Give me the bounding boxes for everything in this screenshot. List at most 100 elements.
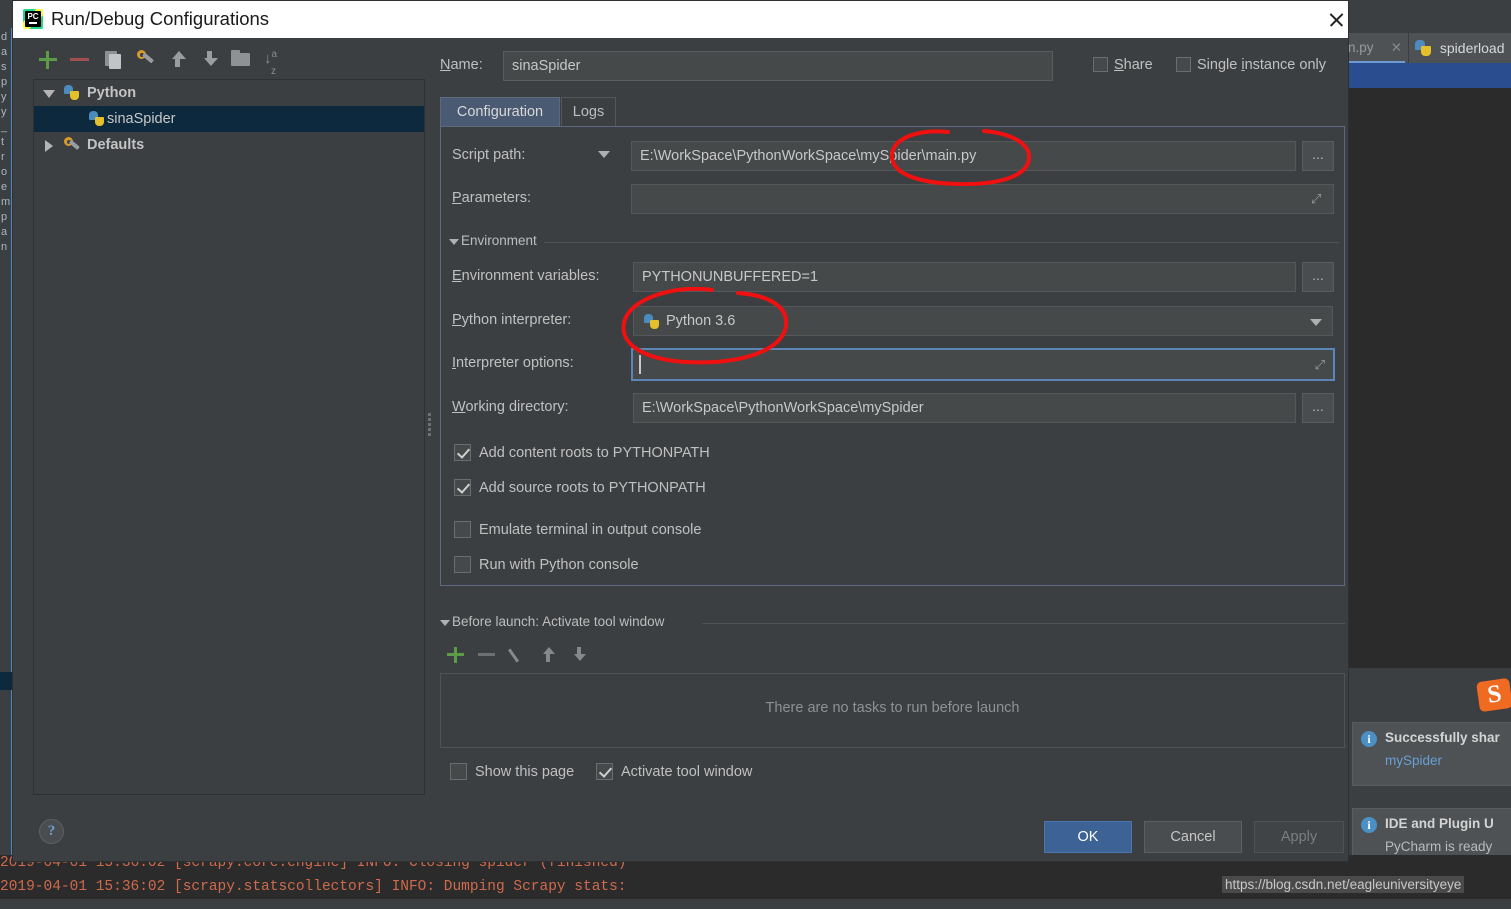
ide-toolbar: Spider <box>1345 0 1511 33</box>
environment-section-header[interactable]: Environment <box>449 233 1339 251</box>
notification-balloon-share[interactable]: i Successfully shar mySpider <box>1352 722 1511 786</box>
before-launch-toolbar <box>443 643 743 669</box>
remove-configuration-button[interactable] <box>67 47 93 73</box>
name-input[interactable]: sinaSpider <box>503 51 1053 81</box>
add-configuration-button[interactable] <box>35 47 61 73</box>
checkbox-box <box>454 444 471 461</box>
checkbox-label: Add content roots to PYTHONPATH <box>479 445 710 461</box>
working-directory-input[interactable]: E:\WorkSpace\PythonWorkSpace\mySpider <box>633 393 1296 423</box>
interpreter-options-input[interactable]: ⤢ <box>631 348 1335 381</box>
share-checkbox[interactable]: Share <box>1093 57 1153 73</box>
configurations-tree[interactable]: Python sinaSpider Defaults <box>33 79 425 795</box>
working-directory-browse-button[interactable]: ... <box>1302 393 1334 423</box>
checkbox-box <box>1093 57 1108 72</box>
before-launch-add-button[interactable] <box>443 643 469 667</box>
expand-editor-icon[interactable]: ⤢ <box>1311 191 1321 207</box>
env-vars-browse-button[interactable]: ... <box>1302 262 1334 292</box>
python-icon <box>644 314 659 329</box>
script-path-mode-chevron-icon[interactable] <box>598 151 610 158</box>
single-instance-checkbox[interactable]: Single instance only <box>1176 57 1326 73</box>
python-icon <box>64 85 79 100</box>
editor-selection-bar <box>1345 63 1511 88</box>
cancel-button[interactable]: Cancel <box>1144 821 1242 853</box>
remove-icon <box>70 58 89 61</box>
apply-button[interactable]: Apply <box>1254 821 1344 853</box>
new-folder-button[interactable] <box>228 47 254 73</box>
interpreter-dropdown[interactable]: Python 3.6 <box>633 306 1333 336</box>
console-line: 2019-04-01 15:36:02 [scrapy.statscollect… <box>0 879 627 895</box>
before-launch-move-up-button[interactable] <box>536 643 562 667</box>
pycharm-logo-icon: PC <box>23 9 43 29</box>
gear-icon <box>64 137 80 152</box>
checkbox-add-source-roots[interactable]: Add source roots to PYTHONPATH <box>454 479 706 496</box>
tree-node-python[interactable]: Python <box>34 80 424 106</box>
editor-tab-spiderload[interactable]: spiderload <box>1409 33 1511 63</box>
tree-node-label: Defaults <box>87 137 145 153</box>
editor-tab-main-label: n.py <box>1348 40 1374 55</box>
checkbox-run-with-python-console[interactable]: Run with Python console <box>454 556 639 573</box>
interpreter-value: Python 3.6 <box>666 313 736 329</box>
env-vars-input[interactable]: PYTHONUNBUFFERED=1 <box>633 262 1296 292</box>
expand-editor-icon[interactable]: ⤢ <box>1315 357 1325 373</box>
checkbox-box <box>454 521 471 538</box>
before-launch-empty-text: There are no tasks to run before launch <box>765 700 1020 716</box>
copy-configuration-button[interactable] <box>101 47 127 73</box>
configurations-toolbar: ↓a z <box>25 47 425 79</box>
checkbox-add-content-roots[interactable]: Add content roots to PYTHONPATH <box>454 444 710 461</box>
tree-node-label: sinaSpider <box>107 111 176 127</box>
notification-title: IDE and Plugin U <box>1385 816 1494 831</box>
sogou-ime-logo: S <box>1476 677 1511 713</box>
dialog-title: Run/Debug Configurations <box>51 8 270 29</box>
chevron-down-icon <box>449 239 459 245</box>
help-button[interactable]: ? <box>39 819 64 844</box>
before-launch-task-list[interactable]: There are no tasks to run before launch <box>440 673 1345 748</box>
chevron-down-icon[interactable] <box>43 90 55 98</box>
python-icon <box>1415 40 1431 56</box>
checkbox-label: Emulate terminal in output console <box>479 522 702 538</box>
checkbox-activate-tool-window[interactable]: Activate tool window <box>596 763 752 780</box>
tab-logs[interactable]: Logs <box>561 97 616 127</box>
interpreter-options-label: Interpreter options: <box>452 355 574 371</box>
interpreter-label: Python interpreter: <box>452 312 572 328</box>
tree-node-sinaspider[interactable]: sinaSpider <box>34 106 424 132</box>
section-divider <box>702 623 1345 624</box>
notification-detail: PyCharm is ready <box>1385 839 1493 854</box>
checkbox-box <box>450 763 467 780</box>
tab-configuration[interactable]: Configuration <box>440 97 560 127</box>
checkbox-show-this-page[interactable]: Show this page <box>450 763 574 780</box>
move-up-button[interactable] <box>165 47 191 73</box>
info-icon: i <box>1361 731 1377 747</box>
tree-node-defaults[interactable]: Defaults <box>34 132 424 158</box>
script-path-input[interactable]: E:\WorkSpace\PythonWorkSpace\mySpider\ma… <box>631 141 1296 171</box>
before-launch-header[interactable]: Before launch: Activate tool window <box>440 614 1345 632</box>
text-cursor <box>639 355 641 374</box>
checkbox-emulate-terminal[interactable]: Emulate terminal in output console <box>454 521 701 538</box>
close-icon[interactable]: ✕ <box>1391 33 1402 63</box>
parameters-input[interactable] <box>631 184 1334 214</box>
chevron-right-icon[interactable] <box>45 140 53 152</box>
sort-configurations-button[interactable]: ↓a z <box>261 47 287 77</box>
edit-defaults-button[interactable] <box>133 47 159 73</box>
script-path-browse-button[interactable]: ... <box>1302 141 1334 171</box>
notification-detail-link[interactable]: mySpider <box>1385 753 1442 768</box>
chevron-down-icon[interactable] <box>1310 319 1322 326</box>
tree-node-label: Python <box>87 85 137 101</box>
ok-button[interactable]: OK <box>1044 821 1132 853</box>
status-bar <box>0 899 1511 909</box>
move-down-button[interactable] <box>197 47 223 73</box>
before-launch-remove-button[interactable] <box>474 643 500 667</box>
checkbox-label: Add source roots to PYTHONPATH <box>479 480 706 496</box>
env-vars-label: Environment variables: <box>452 268 600 284</box>
panel-splitter[interactable] <box>426 411 432 436</box>
before-launch-move-down-button[interactable] <box>567 643 593 667</box>
editor-tab-spiderload-label: spiderload <box>1439 40 1505 56</box>
close-icon[interactable] <box>1324 7 1350 33</box>
python-icon <box>89 111 104 126</box>
run-debug-configurations-dialog: PC Run/Debug Configurations ↓a z Python … <box>12 0 1349 862</box>
environment-section-label: Environment <box>461 233 537 248</box>
before-launch-edit-button[interactable] <box>505 643 531 667</box>
notification-title: Successfully shar <box>1385 730 1500 745</box>
info-icon: i <box>1361 817 1377 833</box>
checkbox-box <box>596 763 613 780</box>
editor-tab-main[interactable]: n.py ✕ <box>1345 33 1408 63</box>
